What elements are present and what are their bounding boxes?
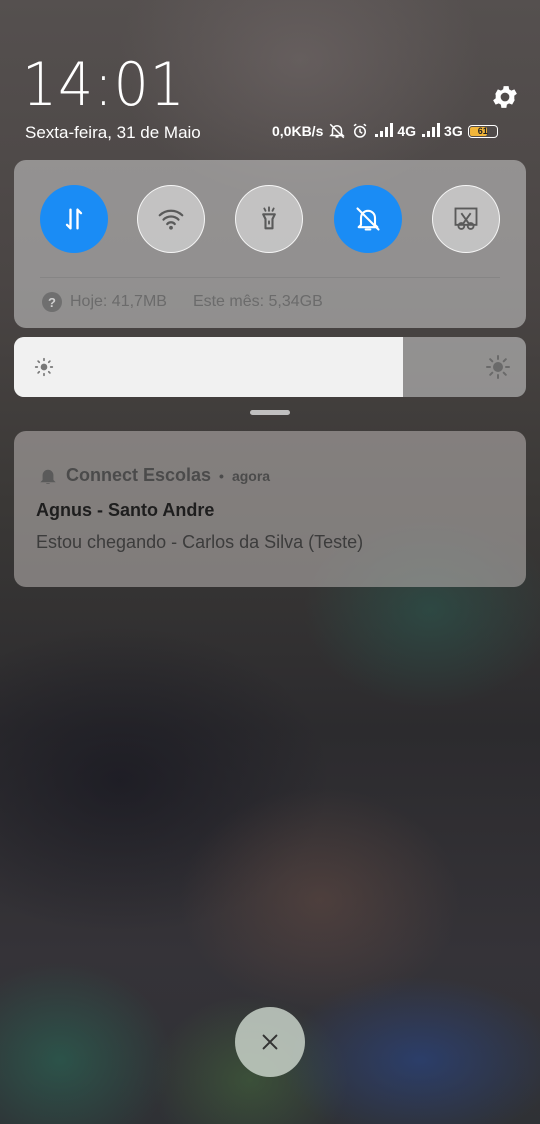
status-icons: 0,0KB/s 4G 3G 61 <box>272 122 498 140</box>
qs-divider <box>40 277 500 278</box>
signal-icon <box>421 122 441 140</box>
notification-time: agora <box>231 467 271 484</box>
bell-icon <box>40 469 56 484</box>
wifi-icon <box>158 209 184 230</box>
brightness-level <box>14 337 404 397</box>
toggle-mobile-data[interactable] <box>40 185 108 253</box>
data-transfer-icon <box>65 208 83 230</box>
network-type-1: 4G <box>397 123 417 139</box>
toggle-flashlight[interactable] <box>235 185 303 253</box>
help-icon: ? <box>42 292 62 312</box>
network-type-2: 3G <box>444 123 463 139</box>
signal-icon <box>374 122 394 140</box>
battery-icon: 61 <box>467 124 498 138</box>
clock: 14:01 <box>22 50 186 120</box>
toggle-screenshot[interactable] <box>432 185 500 253</box>
alarm-icon <box>351 122 369 140</box>
settings-icon[interactable] <box>490 82 522 114</box>
scissors-icon <box>454 207 478 230</box>
mute-icon <box>328 122 346 140</box>
data-usage-row[interactable]: ? Hoje: 41,7MB Este mês: 5,34GB <box>42 292 323 312</box>
notification-app-name: Connect Escolas <box>66 465 212 485</box>
notification-card[interactable]: Connect Escolas • agora Agnus - Santo An… <box>14 431 526 587</box>
date-label: Sexta-feira, 31 de Maio <box>25 123 201 142</box>
sun-low-icon <box>34 357 54 377</box>
battery-level: 61 <box>477 126 488 136</box>
notification-title: Agnus - Santo Andre <box>36 500 215 520</box>
network-speed: 0,0KB/s <box>272 123 324 139</box>
clear-all-button[interactable] <box>235 1007 305 1077</box>
sun-high-icon <box>486 355 510 379</box>
close-icon <box>262 1034 278 1050</box>
notification-dot: • <box>219 467 224 484</box>
notification-header: Connect Escolas • agora <box>38 465 270 486</box>
bell-off-icon <box>356 207 380 231</box>
quick-settings-panel: ? Hoje: 41,7MB Este mês: 5,34GB <box>14 160 526 328</box>
data-usage-month: Este mês: 5,34GB <box>192 293 323 310</box>
panel-drag-handle[interactable] <box>250 410 290 415</box>
brightness-slider[interactable] <box>14 337 526 397</box>
data-usage-today: Hoje: 41,7MB <box>70 293 167 310</box>
notification-text: Estou chegando - Carlos da Silva (Teste) <box>36 532 364 552</box>
flashlight-icon <box>262 206 276 230</box>
toggle-wifi[interactable] <box>137 185 205 253</box>
toggle-mute[interactable] <box>334 185 402 253</box>
